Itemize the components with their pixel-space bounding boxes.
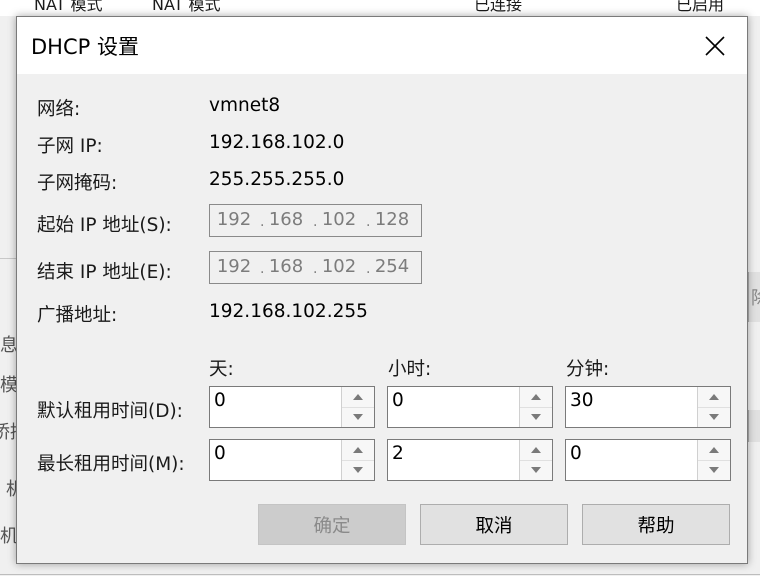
arrow-down-icon xyxy=(709,414,719,420)
broadcast-label: 广播地址: xyxy=(37,305,118,326)
stepper-down-button[interactable] xyxy=(342,460,374,480)
arrow-up-icon xyxy=(353,394,363,400)
ip-octet[interactable]: 168 xyxy=(268,256,304,277)
ip-octet[interactable]: 102 xyxy=(321,256,357,277)
arrow-down-icon xyxy=(353,414,363,420)
dialog-title: DHCP 设置 xyxy=(31,35,139,59)
ip-dot: . xyxy=(366,214,371,230)
network-label: 网络: xyxy=(37,99,81,120)
dhcp-settings-dialog: DHCP 设置 网络: vmnet8 子网 IP: 192.168.102.0 … xyxy=(16,16,748,564)
background-divider xyxy=(0,574,760,575)
arrow-down-icon xyxy=(353,467,363,473)
subnet-ip-label: 子网 IP: xyxy=(37,136,103,157)
end-ip-field[interactable]: 192 . 168 . 102 . 254 xyxy=(209,251,422,284)
cancel-button[interactable]: 取消 xyxy=(420,504,568,545)
max-lease-hours-stepper[interactable]: 2 xyxy=(387,439,553,481)
stepper-down-button[interactable] xyxy=(342,407,374,427)
ip-octet[interactable]: 192 xyxy=(216,256,252,277)
background-scrollbar xyxy=(748,410,760,442)
stepper-down-button[interactable] xyxy=(698,460,730,480)
days-header: 天: xyxy=(209,359,234,380)
stepper-buttons xyxy=(697,440,730,480)
max-lease-label: 最长租用时间(M): xyxy=(37,454,185,475)
arrow-down-icon xyxy=(531,414,541,420)
default-lease-label: 默认租用时间(D): xyxy=(37,401,183,422)
minutes-header: 分钟: xyxy=(566,359,610,380)
stepper-value[interactable]: 0 xyxy=(570,443,582,464)
background-cell: NAT 模式 xyxy=(34,0,103,14)
stepper-up-button[interactable] xyxy=(520,440,552,461)
stepper-up-button[interactable] xyxy=(698,440,730,461)
stepper-value[interactable]: 30 xyxy=(570,390,594,411)
stepper-up-button[interactable] xyxy=(698,387,730,408)
background-button: 除 xyxy=(748,272,760,322)
ip-dot: . xyxy=(313,261,318,277)
ip-dot: . xyxy=(366,261,371,277)
stepper-down-button[interactable] xyxy=(520,460,552,480)
close-button[interactable] xyxy=(683,17,747,74)
background-table-row: NAT 模式 NAT 模式 已连接 已启用 xyxy=(0,0,760,16)
ip-dot: . xyxy=(260,261,265,277)
ip-dot: . xyxy=(260,214,265,230)
subnet-mask-value: 255.255.255.0 xyxy=(209,169,345,190)
default-lease-minutes-stepper[interactable]: 30 xyxy=(565,386,731,428)
default-lease-hours-stepper[interactable]: 0 xyxy=(387,386,553,428)
ok-button[interactable]: 确定 xyxy=(258,504,406,545)
stepper-up-button[interactable] xyxy=(520,387,552,408)
background-cell: 已连接 xyxy=(474,0,523,14)
arrow-down-icon xyxy=(531,467,541,473)
stepper-buttons xyxy=(341,387,374,427)
background-cell: 已启用 xyxy=(676,0,725,14)
stepper-value[interactable]: 0 xyxy=(214,443,226,464)
ip-octet[interactable]: 192 xyxy=(216,209,252,230)
ip-octet[interactable]: 128 xyxy=(374,209,410,230)
stepper-value[interactable]: 2 xyxy=(392,443,404,464)
arrow-up-icon xyxy=(531,447,541,453)
stepper-value[interactable]: 0 xyxy=(392,390,404,411)
arrow-up-icon xyxy=(353,447,363,453)
start-ip-label: 起始 IP 地址(S): xyxy=(37,215,172,236)
max-lease-minutes-stepper[interactable]: 0 xyxy=(565,439,731,481)
hours-header: 小时: xyxy=(388,359,432,380)
arrow-up-icon xyxy=(709,394,719,400)
stepper-down-button[interactable] xyxy=(520,407,552,427)
ip-octet[interactable]: 102 xyxy=(321,209,357,230)
default-lease-days-stepper[interactable]: 0 xyxy=(209,386,375,428)
ip-octet[interactable]: 254 xyxy=(374,256,410,277)
ip-dot: . xyxy=(313,214,318,230)
stepper-up-button[interactable] xyxy=(342,387,374,408)
subnet-ip-value: 192.168.102.0 xyxy=(209,132,345,153)
arrow-up-icon xyxy=(709,447,719,453)
background-divider xyxy=(0,258,16,259)
stepper-buttons xyxy=(697,387,730,427)
start-ip-field[interactable]: 192 . 168 . 102 . 128 xyxy=(209,204,422,237)
stepper-up-button[interactable] xyxy=(342,440,374,461)
close-icon xyxy=(705,35,725,56)
max-lease-days-stepper[interactable]: 0 xyxy=(209,439,375,481)
help-button[interactable]: 帮助 xyxy=(582,504,730,545)
arrow-up-icon xyxy=(531,394,541,400)
subnet-mask-label: 子网掩码: xyxy=(37,173,118,194)
stepper-buttons xyxy=(519,387,552,427)
dialog-titlebar: DHCP 设置 xyxy=(17,17,747,74)
broadcast-value: 192.168.102.255 xyxy=(209,301,368,322)
end-ip-label: 结束 IP 地址(E): xyxy=(37,262,172,283)
stepper-buttons xyxy=(519,440,552,480)
ip-octet[interactable]: 168 xyxy=(268,209,304,230)
arrow-down-icon xyxy=(709,467,719,473)
stepper-buttons xyxy=(341,440,374,480)
network-value: vmnet8 xyxy=(209,95,281,116)
stepper-down-button[interactable] xyxy=(698,407,730,427)
background-text: 除 xyxy=(751,284,760,310)
background-cell: NAT 模式 xyxy=(152,0,221,14)
stepper-value[interactable]: 0 xyxy=(214,390,226,411)
